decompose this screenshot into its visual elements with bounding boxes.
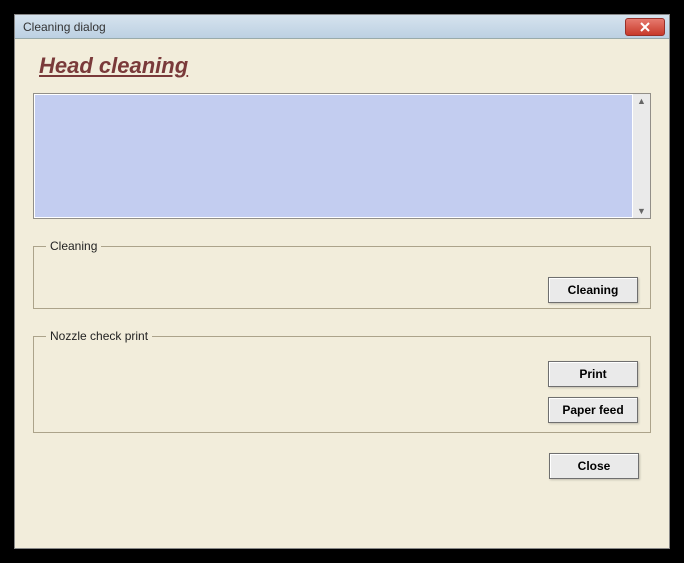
log-textarea[interactable] [35,95,632,217]
log-area: ▲ ▼ [33,93,651,219]
scroll-up-icon[interactable]: ▲ [637,96,646,106]
cleaning-group: Cleaning Cleaning [33,239,651,309]
titlebar: Cleaning dialog [15,15,669,39]
nozzle-legend: Nozzle check print [46,329,152,343]
scroll-down-icon[interactable]: ▼ [637,206,646,216]
nozzle-group: Nozzle check print Print Paper feed [33,329,651,433]
cleaning-legend: Cleaning [46,239,101,253]
paper-feed-button[interactable]: Paper feed [548,397,638,423]
page-title: Head cleaning [39,53,651,79]
cleaning-button[interactable]: Cleaning [548,277,638,303]
scrollbar[interactable]: ▲ ▼ [633,94,650,218]
print-button[interactable]: Print [548,361,638,387]
window-title: Cleaning dialog [23,20,625,34]
dialog-window: Cleaning dialog Head cleaning ▲ ▼ Cleani… [14,14,670,549]
close-button[interactable]: Close [549,453,639,479]
close-icon[interactable] [625,18,665,36]
dialog-content: Head cleaning ▲ ▼ Cleaning Cleaning Nozz… [15,39,669,548]
